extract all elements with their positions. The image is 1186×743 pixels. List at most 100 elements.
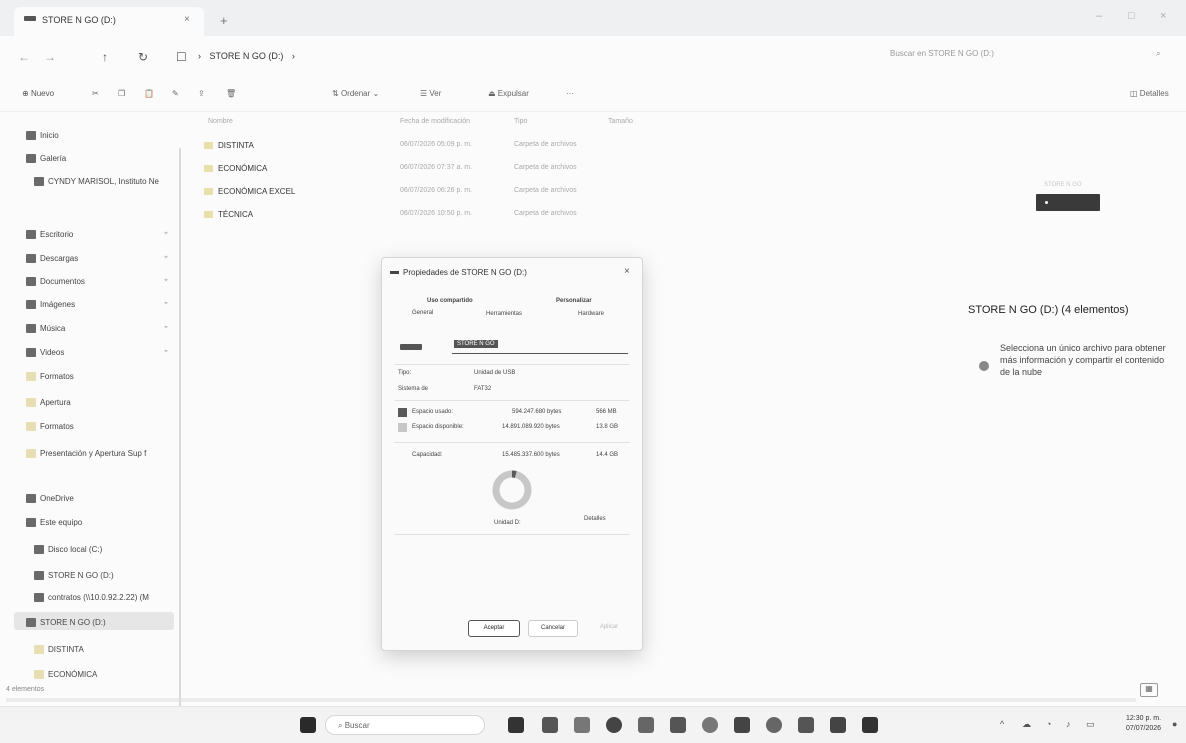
folder-icon <box>204 211 213 219</box>
breadcrumb[interactable]: › STORE N GO (D:) › <box>198 51 295 61</box>
wifi-icon[interactable]: ◔ <box>1046 719 1051 729</box>
sidebar-item[interactable]: ECONÓMICA <box>34 670 97 680</box>
sidebar-item[interactable]: Imágenes <box>26 300 75 310</box>
sidebar-item-label: Este equipo <box>40 518 83 527</box>
active-tab[interactable]: STORE N GO (D:) × <box>14 7 204 36</box>
widgets-icon[interactable] <box>542 717 558 733</box>
sidebar-item[interactable]: contratos (\\10.0.92.2.22) (M <box>34 593 149 603</box>
tray-app-icon[interactable]: ☁ <box>1022 719 1031 730</box>
taskbar-search-input[interactable]: ⌕ Buscar <box>325 715 485 735</box>
sidebar-item[interactable]: Música <box>26 324 65 334</box>
edge-icon[interactable] <box>606 717 622 733</box>
sidebar-item[interactable]: OneDrive <box>26 494 74 504</box>
details-message: Selecciona un único archivo para obtener… <box>1000 343 1166 377</box>
task-view-icon[interactable] <box>508 717 524 733</box>
teams-alt-icon[interactable] <box>830 717 846 733</box>
file-row-distinta[interactable]: DISTINTA 06/07/2026 05:09 p. m. Carpeta … <box>204 141 664 157</box>
breadcrumb-item[interactable]: STORE N GO (D:) <box>210 51 284 61</box>
sidebar-item[interactable]: Presentación y Apertura Sup f <box>26 449 146 459</box>
ok-button[interactable]: Aceptar <box>468 620 520 637</box>
minimize-icon[interactable]: – <box>1096 10 1102 22</box>
word-icon[interactable] <box>670 717 686 733</box>
dialog-close-icon[interactable]: × <box>624 266 630 277</box>
share-icon[interactable]: ⇪ <box>198 89 205 98</box>
sidebar-scrollbar[interactable] <box>179 148 181 708</box>
details-toggle-button[interactable]: ◫ Detalles <box>1130 89 1169 98</box>
cancel-button[interactable]: Cancelar <box>528 620 578 637</box>
mail-icon[interactable] <box>734 717 750 733</box>
eject-button[interactable]: ⏏ Expulsar <box>488 89 529 98</box>
close-window-icon[interactable]: × <box>1160 10 1166 22</box>
new-tab-icon[interactable]: + <box>220 13 228 28</box>
file-row-tecnica[interactable]: TÉCNICA 06/07/2026 10:50 p. m. Carpeta d… <box>204 210 664 226</box>
sort-button[interactable]: ⇅ Ordenar ⌄ <box>332 89 379 98</box>
tray-chevron-icon[interactable]: ^ <box>1000 719 1004 729</box>
column-header-size[interactable]: Tamaño <box>608 118 633 125</box>
battery-icon[interactable]: ▭ <box>1086 719 1095 730</box>
column-header-name[interactable]: Nombre <box>208 118 233 125</box>
more-options-icon[interactable]: ··· <box>566 89 574 98</box>
start-icon[interactable] <box>300 717 316 733</box>
maximize-icon[interactable]: □ <box>1128 10 1135 22</box>
sidebar-item[interactable]: Formatos <box>26 422 74 432</box>
volume-icon[interactable]: ♪ <box>1066 719 1071 729</box>
sidebar-item[interactable]: Galería <box>26 154 66 164</box>
file-row-economica[interactable]: ECONÓMICA 06/07/2026 07:37 a. m. Carpeta… <box>204 164 664 180</box>
monitor-icon[interactable]: ☐ <box>176 50 187 64</box>
sidebar-item[interactable]: Inicio <box>26 131 59 141</box>
app-icon[interactable] <box>766 717 782 733</box>
sidebar-item[interactable]: Disco local (C:) <box>34 545 102 555</box>
tab-personalizar[interactable]: Personalizar <box>556 298 592 304</box>
capacity-bytes: 15.485.337.600 bytes <box>502 452 560 458</box>
sidebar-item[interactable]: STORE N GO (D:) <box>34 571 114 581</box>
store-icon[interactable] <box>638 717 654 733</box>
up-icon[interactable]: ↑ <box>102 50 108 64</box>
sidebar-item[interactable]: Videos <box>26 348 64 358</box>
view-toggle-icon[interactable]: ▦ <box>1140 683 1158 697</box>
tab-hardware[interactable]: Hardware <box>578 311 604 317</box>
refresh-icon[interactable]: ↻ <box>138 50 148 64</box>
file-row-economica-excel[interactable]: ECONÓMICA EXCEL 06/07/2026 06:26 p. m. C… <box>204 187 664 203</box>
sidebar-item[interactable]: STORE N GO (D:) <box>26 618 106 628</box>
clock[interactable]: 12:30 p. m. 07/07/2026 <box>1126 714 1161 734</box>
delete-icon[interactable]: 🗑 <box>226 89 236 98</box>
sidebar-item[interactable]: DISTINTA <box>34 645 84 655</box>
video-icon <box>26 348 36 358</box>
sidebar-item[interactable]: Descargas <box>26 254 78 264</box>
copy-icon[interactable]: ❐ <box>118 89 125 98</box>
view-button[interactable]: ☰ Ver <box>420 89 441 98</box>
sidebar-item[interactable]: CYNDY MARISOL, Instituto Ne <box>34 177 159 187</box>
search-input[interactable]: Buscar en STORE N GO (D:) ⌕ <box>890 49 1170 67</box>
back-icon[interactable]: ← <box>18 50 30 64</box>
file-explorer-icon[interactable] <box>574 717 590 733</box>
details-button[interactable]: Detalles <box>584 516 606 522</box>
rename-icon[interactable]: ✎ <box>172 89 179 98</box>
sidebar-item[interactable]: Escritorio <box>26 230 73 240</box>
horizontal-scrollbar[interactable] <box>6 698 1136 702</box>
sidebar-item[interactable]: Este equipo <box>26 518 83 528</box>
forward-icon[interactable]: → <box>44 50 56 64</box>
tab-uso-compartido[interactable]: Uso compartido <box>427 298 473 304</box>
column-header-date[interactable]: Fecha de modificación <box>400 118 470 125</box>
tab-general[interactable]: General <box>412 310 433 316</box>
search-placeholder: Buscar en STORE N GO (D:) <box>890 49 994 58</box>
drive-name-field[interactable]: STORE N GO <box>452 338 628 354</box>
notification-icon[interactable]: ● <box>1172 719 1177 729</box>
sidebar-item[interactable]: Apertura <box>26 398 71 408</box>
cut-icon[interactable]: ✂ <box>92 89 99 98</box>
apply-button[interactable]: Aplicar <box>586 620 632 637</box>
sidebar-item[interactable]: Formatos <box>26 372 74 382</box>
column-header-type[interactable]: Tipo <box>514 118 527 125</box>
sidebar-item[interactable]: Documentos <box>26 277 85 287</box>
drive-letter-label: Unidad D: <box>494 520 521 526</box>
paste-icon[interactable]: 📋 <box>144 89 154 98</box>
photos-icon[interactable] <box>862 717 878 733</box>
teams-icon[interactable] <box>798 717 814 733</box>
chrome-icon[interactable] <box>702 717 718 733</box>
new-button[interactable]: ⊕ Nuevo <box>22 89 54 98</box>
tab-close-icon[interactable]: × <box>184 14 190 25</box>
tab-herramientas[interactable]: Herramientas <box>486 311 522 317</box>
file-type: Carpeta de archivos <box>514 141 577 148</box>
pictures-icon <box>26 300 36 310</box>
dialog-title: Propiedades de STORE N GO (D:) <box>390 268 527 277</box>
